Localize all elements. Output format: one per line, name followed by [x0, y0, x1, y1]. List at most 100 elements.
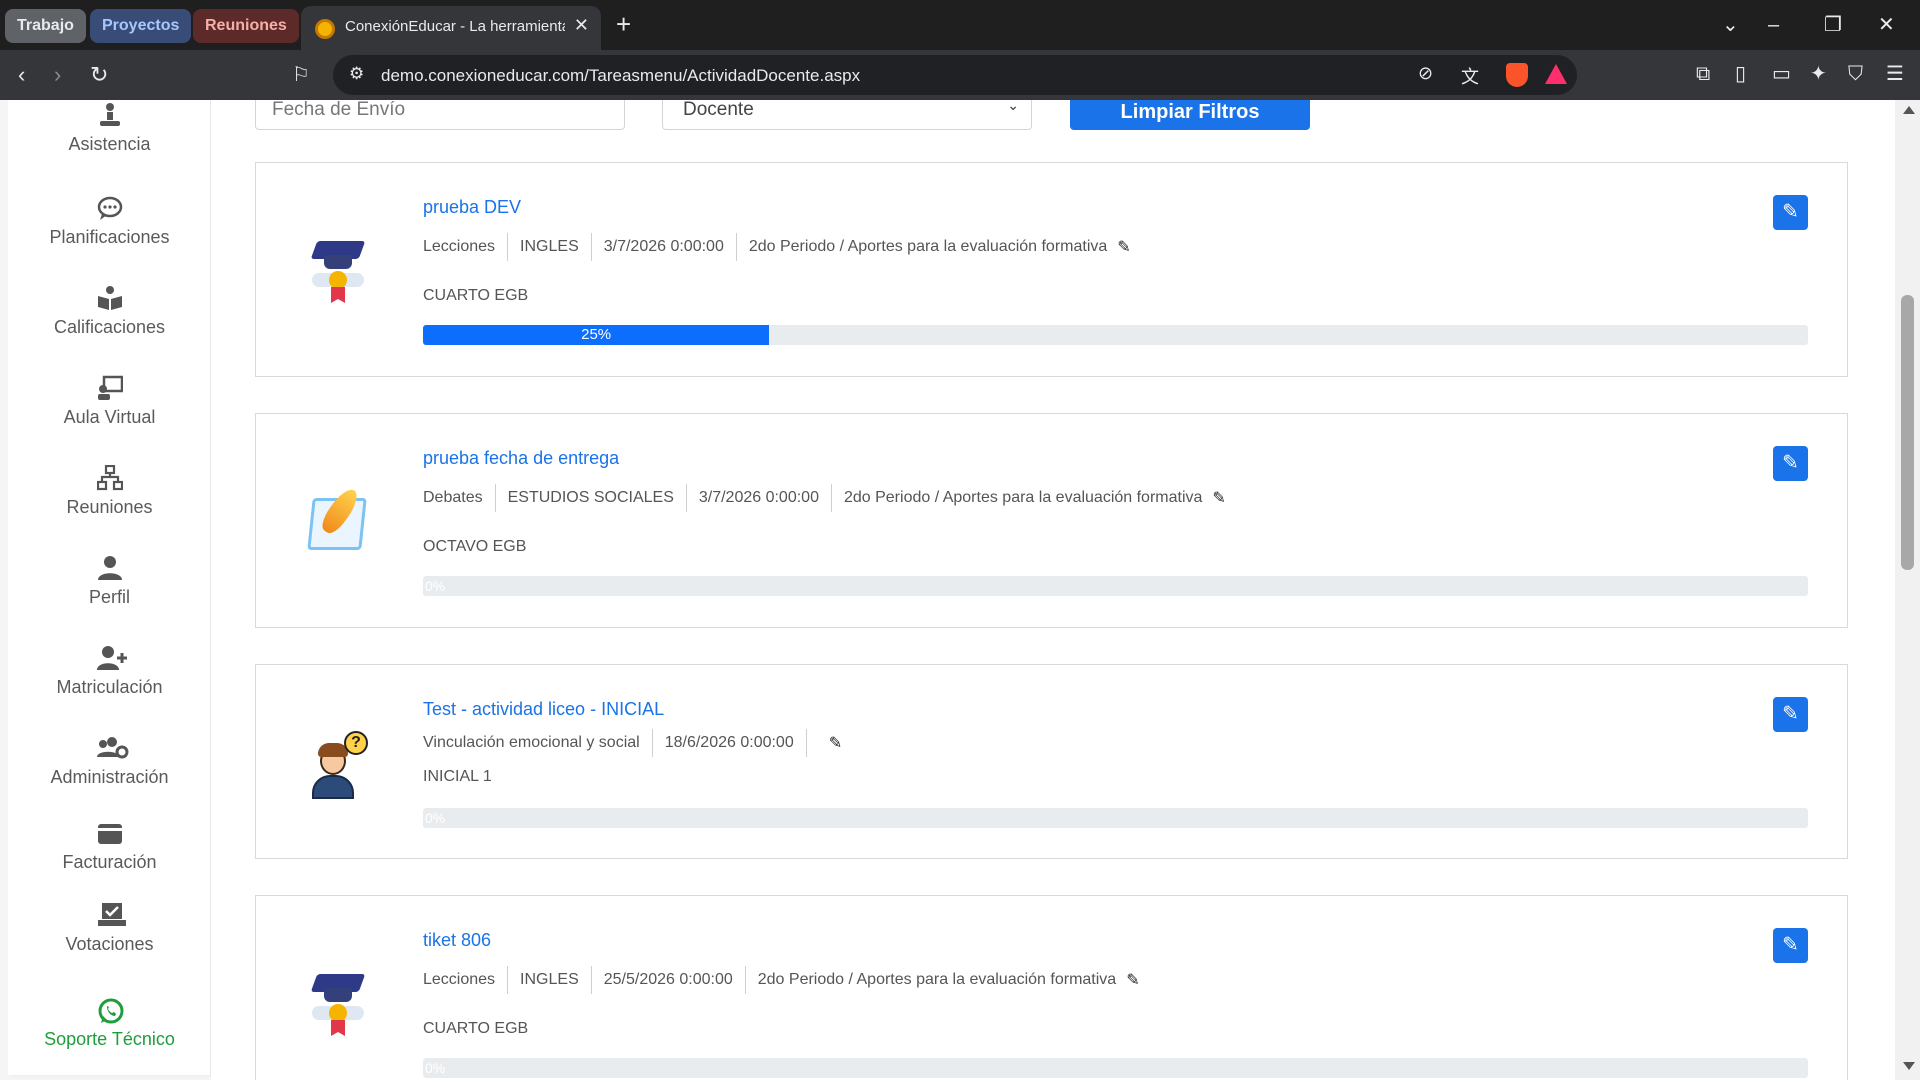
sidebar-item-calificaciones[interactable]: Calificaciones [8, 285, 211, 338]
close-window-icon[interactable]: ✕ [1878, 10, 1895, 40]
sidebar: Asistencia Planificaciones Calificacione… [8, 100, 211, 1075]
sidebar-item-label: Reuniones [66, 497, 153, 517]
brave-rewards-icon[interactable] [1545, 64, 1567, 84]
sidebar-item-planificaciones[interactable]: Planificaciones [8, 195, 211, 248]
site-settings-icon[interactable]: ⚙ [349, 64, 364, 84]
activity-subject: INGLES [520, 238, 579, 255]
activity-type: Debates [423, 489, 483, 506]
student-question-icon: ? [306, 731, 370, 803]
browser-toolbar: ‹ › ↻ ⚐ ⚙ demo.conexioneducar.com/Tareas… [0, 50, 1920, 100]
sidebar-item-perfil[interactable]: Perfil [8, 555, 211, 608]
progress-bar: 0% [423, 1058, 1808, 1078]
edit-activity-button[interactable]: ✎ [1773, 697, 1808, 732]
active-tab[interactable]: ConexiónEducar - La herramienta ✕ [301, 6, 601, 50]
activity-period: 2do Periodo / Aportes para la evaluación… [757, 971, 1117, 988]
activity-meta: Lecciones INGLES 3/7/2026 0:00:00 2do Pe… [423, 233, 1131, 261]
leo-ai-icon[interactable]: ✦ [1810, 62, 1827, 86]
tab-group-proyectos[interactable]: Proyectos [90, 9, 192, 43]
progress-bar: 0% [423, 808, 1808, 828]
tab-search-chevron-icon[interactable]: ⌄ [1722, 10, 1739, 40]
minimize-icon[interactable]: – [1768, 10, 1779, 40]
activity-title-link[interactable]: Test - actividad liceo - INICIAL [423, 699, 664, 720]
edit-period-icon[interactable]: ✎ [1117, 237, 1130, 257]
sidebar-item-votaciones[interactable]: Votaciones [8, 902, 211, 955]
brave-shields-icon[interactable] [1506, 63, 1528, 87]
vpn-icon[interactable]: ⛉ [1848, 62, 1863, 86]
activity-grade: INICIAL 1 [423, 768, 492, 785]
activity-grade: OCTAVO EGB [423, 538, 527, 555]
forward-icon[interactable]: › [54, 60, 61, 90]
sidebar-item-administracion[interactable]: Administración [8, 735, 211, 788]
progress-label: 0% [425, 810, 446, 826]
scroll-up-icon[interactable] [1903, 106, 1915, 114]
bookmark-icon[interactable]: ⚐ [292, 60, 310, 90]
new-tab-icon[interactable]: + [616, 9, 631, 39]
edit-period-icon[interactable]: ✎ [1126, 970, 1139, 990]
date-filter-input[interactable]: Fecha de Envío [255, 100, 625, 130]
sidebar-item-aula-virtual[interactable]: Aula Virtual [8, 375, 211, 428]
main-content: Fecha de Envío Docente ⌄ Limpiar Filtros… [211, 100, 1895, 1080]
address-bar[interactable]: ⚙ demo.conexioneducar.com/Tareasmenu/Act… [333, 55, 1577, 95]
user-plus-icon [96, 645, 127, 671]
url-text[interactable]: demo.conexioneducar.com/Tareasmenu/Activ… [381, 66, 860, 86]
activity-grade: CUARTO EGB [423, 1020, 529, 1037]
back-icon[interactable]: ‹ [18, 60, 25, 90]
translate-icon[interactable]: 文 [1461, 63, 1479, 89]
browser-tab-bar: Trabajo Proyectos Reuniones ConexiónEduc… [0, 0, 1920, 50]
graduation-cap-icon [306, 968, 370, 1040]
sidebar-item-facturacion[interactable]: Facturación [8, 820, 211, 873]
role-filter-select[interactable]: Docente ⌄ [662, 100, 1032, 130]
sidebar-item-label: Aula Virtual [63, 407, 156, 427]
page-scrollbar[interactable] [1895, 100, 1920, 1080]
close-tab-icon[interactable]: ✕ [574, 15, 589, 36]
sidebar-item-reuniones[interactable]: Reuniones [8, 464, 211, 518]
role-filter-value: Docente [683, 100, 754, 120]
edit-period-icon[interactable]: ✎ [829, 733, 842, 753]
activity-type: Lecciones [423, 238, 496, 255]
restore-icon[interactable]: ❐ [1824, 10, 1842, 40]
quill-paper-icon [306, 484, 370, 556]
activity-meta: Lecciones INGLES 25/5/2026 0:00:00 2do P… [423, 966, 1140, 994]
wallet-icon [97, 820, 123, 846]
scroll-down-icon[interactable] [1903, 1062, 1915, 1070]
reload-icon[interactable]: ↻ [90, 60, 108, 90]
activity-title-link[interactable]: prueba fecha de entrega [423, 448, 619, 469]
sidebar-toggle-icon[interactable]: ▯ [1735, 62, 1746, 86]
activity-card: ? Test - actividad liceo - INICIAL Vincu… [255, 664, 1848, 859]
sidebar-item-label: Votaciones [65, 934, 154, 954]
scrollbar-thumb[interactable] [1901, 295, 1914, 570]
vote-box-icon [97, 902, 126, 928]
page-content: Asistencia Planificaciones Calificacione… [0, 100, 1920, 1080]
menu-icon[interactable]: ☰ [1886, 62, 1904, 86]
book-reader-icon [97, 285, 123, 311]
activity-meta: Vinculación emocional y social 18/6/2026… [423, 729, 842, 757]
activity-period: 2do Periodo / Aportes para la evaluación… [748, 238, 1108, 255]
sidebar-item-label: Administración [50, 767, 169, 787]
edit-activity-button[interactable]: ✎ [1773, 928, 1808, 963]
network-icon [96, 464, 123, 491]
sidebar-item-soporte-tecnico[interactable]: Soporte Técnico [8, 997, 211, 1050]
sidebar-item-matriculacion[interactable]: Matriculación [8, 645, 211, 698]
sidebar-item-label: Matriculación [56, 677, 163, 697]
privacy-icon[interactable]: ⊘ [1418, 63, 1433, 84]
edit-activity-button[interactable]: ✎ [1773, 446, 1808, 481]
chevron-down-icon: ⌄ [1007, 100, 1019, 113]
activity-type: Lecciones [423, 971, 496, 988]
clear-filters-button[interactable]: Limpiar Filtros [1070, 100, 1310, 130]
activity-date: 18/6/2026 0:00:00 [664, 734, 794, 751]
sidebar-item-asistencia[interactable]: Asistencia [8, 102, 211, 155]
progress-fill: 25% [423, 325, 770, 345]
tab-group-reuniones[interactable]: Reuniones [193, 9, 299, 43]
wallet-icon[interactable]: ▭ [1772, 62, 1791, 86]
activity-card: prueba DEV Lecciones INGLES 3/7/2026 0:0… [255, 162, 1848, 377]
tab-group-trabajo[interactable]: Trabajo [5, 9, 86, 43]
activity-title-link[interactable]: prueba DEV [423, 197, 521, 218]
activity-meta: Debates ESTUDIOS SOCIALES 3/7/2026 0:00:… [423, 484, 1226, 512]
activity-title-link[interactable]: tiket 806 [423, 930, 491, 951]
edit-period-icon[interactable]: ✎ [1212, 488, 1225, 508]
sidebar-item-label: Soporte Técnico [44, 1029, 175, 1049]
sidebar-item-label: Facturación [62, 852, 157, 872]
users-cog-icon [96, 735, 128, 761]
edit-activity-button[interactable]: ✎ [1773, 195, 1808, 230]
extensions-icon[interactable]: ⧉ [1696, 62, 1710, 86]
